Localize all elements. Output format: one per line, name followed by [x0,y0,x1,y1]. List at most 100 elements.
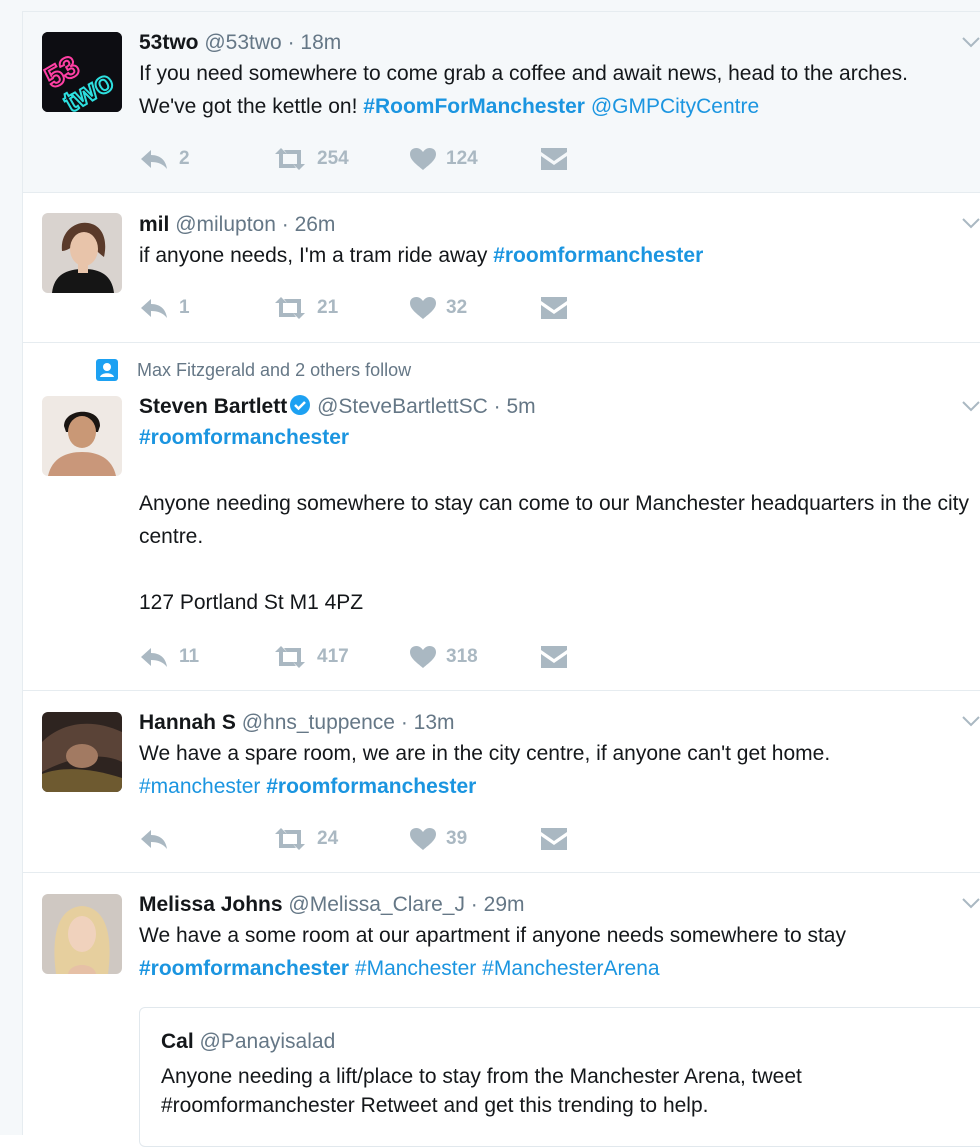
tweet[interactable]: mil @milupton · 26m if anyone needs, I'm… [23,193,980,343]
chevron-down-icon[interactable] [962,897,980,909]
tweet[interactable]: Hannah S @hns_tuppence · 13m We have a s… [23,691,980,873]
direct-message-button[interactable] [541,828,567,850]
tweet-text: We have a some room at our apartment if … [139,919,980,985]
like-button[interactable]: 318 [410,646,478,668]
social-context-text[interactable]: Max Fitzgerald and 2 others follow [137,360,411,381]
tweet[interactable]: Melissa Johns @Melissa_Clare_J · 29m We … [23,873,980,1147]
display-name[interactable]: mil [139,213,169,236]
separator-dot: · [287,31,295,54]
like-button[interactable]: 39 [410,828,467,850]
quoted-tweet[interactable]: Cal @Panayisalad Anyone needing a lift/p… [139,1007,980,1147]
user-handle[interactable]: @53two [204,31,281,54]
like-count: 124 [446,148,478,169]
quoted-tweet-header: Cal @Panayisalad [161,1028,980,1056]
user-handle[interactable]: @milupton [175,213,276,236]
retweet-icon [275,646,305,668]
retweet-icon [275,828,305,850]
top-strip [22,0,980,12]
display-name[interactable]: Steven Bartlett [139,395,287,418]
retweet-button[interactable]: 417 [273,646,349,668]
direct-message-button[interactable] [541,646,567,668]
left-rail [0,0,23,1135]
reply-button[interactable]: 11 [139,646,199,668]
user-handle[interactable]: @hns_tuppence [242,711,395,734]
timestamp[interactable]: 26m [295,213,336,236]
user-handle[interactable]: @SteveBartlettSC [317,395,488,418]
avatar[interactable] [42,712,122,792]
social-context: Max Fitzgerald and 2 others follow [96,359,411,381]
like-icon [410,828,436,850]
reply-icon [141,830,167,849]
like-button[interactable]: 32 [410,297,467,319]
hashtag-link[interactable]: #ManchesterArena [482,957,659,980]
tweet-header: Melissa Johns @Melissa_Clare_J · 29m [139,891,980,919]
avatar-logo: 53 two [42,32,122,112]
reply-count: 2 [179,148,190,169]
retweet-icon [275,297,305,319]
retweet-count: 417 [317,646,349,667]
tweet-text-line: Anyone needing somewhere to stay can com… [139,492,969,548]
reply-icon [141,299,167,318]
retweet-count: 254 [317,148,349,169]
quoted-user-handle[interactable]: @Panayisalad [200,1030,336,1053]
avatar[interactable]: 53 two [42,32,122,112]
direct-message-button[interactable] [541,297,567,319]
tweet-text-line: We have a some room at our apartment if … [139,924,846,947]
like-count: 39 [446,828,468,849]
hashtag-link[interactable]: #Manchester [355,957,476,980]
like-icon [410,646,436,668]
chevron-down-icon[interactable] [962,217,980,229]
timestamp[interactable]: 29m [484,893,525,916]
quoted-tweet-text: Anyone needing a lift/place to stay from… [161,1062,980,1120]
reply-button[interactable]: 2 [139,148,190,170]
chevron-down-icon[interactable] [962,400,980,412]
reply-icon [141,648,167,667]
timestamp[interactable]: 5m [506,395,535,418]
tweet-text-line: 127 Portland St M1 4PZ [139,591,364,614]
display-name[interactable]: Hannah S [139,711,236,734]
avatar[interactable] [42,396,122,476]
display-name[interactable]: Melissa Johns [139,893,283,916]
hashtag-link[interactable]: #manchester [139,775,260,798]
direct-message-icon [541,148,567,170]
separator-dot: · [493,395,501,418]
tweet-actions: 2 254 124 [139,145,639,173]
quoted-display-name[interactable]: Cal [161,1030,194,1053]
avatar[interactable] [42,213,122,293]
retweet-button[interactable]: 21 [273,297,338,319]
hashtag-link[interactable]: #RoomForManchester [363,95,585,118]
reply-button[interactable] [139,828,169,850]
like-count: 318 [446,646,478,667]
tweet-text-segment: if anyone needs, I'm a tram ride away [139,244,494,267]
retweet-button[interactable]: 24 [273,828,338,850]
chevron-down-icon[interactable] [962,36,980,48]
direct-message-icon [541,297,567,319]
hashtag-link[interactable]: #roomformanchester [139,957,349,980]
separator-dot: · [400,711,408,734]
chevron-down-icon[interactable] [962,715,980,727]
tweet-actions: 11 417 318 [139,643,639,671]
separator-dot: · [281,213,289,236]
user-handle[interactable]: @Melissa_Clare_J [288,893,465,916]
timestamp[interactable]: 18m [300,31,341,54]
hashtag-link[interactable]: #roomformanchester [139,426,349,449]
direct-message-icon [541,646,567,668]
display-name[interactable]: 53two [139,31,199,54]
like-button[interactable]: 124 [410,148,478,170]
tweet[interactable]: 53 two 53two @53two · 18m If you need so… [23,12,980,193]
hashtag-link[interactable]: #roomformanchester [493,244,703,267]
direct-message-button[interactable] [541,148,567,170]
tweet[interactable]: Max Fitzgerald and 2 others follow Steve… [23,343,980,691]
mention-link[interactable]: @GMPCityCentre [591,95,759,118]
reply-icon [141,150,167,169]
direct-message-icon [541,828,567,850]
retweet-button[interactable]: 254 [273,148,349,170]
avatar[interactable] [42,894,122,974]
reply-button[interactable]: 1 [139,297,190,319]
tweet-actions: 24 39 [139,825,639,853]
hashtag-link[interactable]: #roomformanchester [266,775,476,798]
tweet-header: Steven Bartlett @SteveBartlettSC · 5m [139,393,980,421]
separator-dot: · [470,893,478,916]
tweet-header: 53two @53two · 18m [139,29,980,57]
timestamp[interactable]: 13m [414,711,455,734]
